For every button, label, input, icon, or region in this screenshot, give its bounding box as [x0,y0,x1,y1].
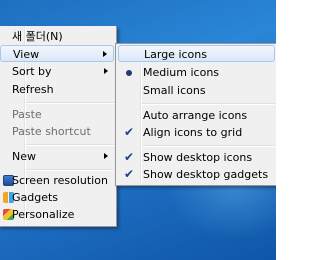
view-submenu: Large icons Medium icons Small icons Aut… [115,43,276,186]
submenu-item-small-icons[interactable]: Small icons [118,82,275,99]
menu-item-label: Screen resolution [12,174,108,187]
submenu-arrow-icon [104,153,108,159]
menu-separator [142,103,275,105]
desktop-context-menu: 새 폴더(N) View Sort by Refresh Paste Paste… [0,26,117,227]
submenu-item-show-desktop-gadgets[interactable]: ✔ Show desktop gadgets [118,166,275,183]
menu-item-screen-resolution[interactable]: Screen resolution [0,172,114,189]
menu-item-new[interactable]: New [0,148,114,165]
menu-item-paste: Paste [0,106,114,123]
submenu-arrow-icon [103,51,107,57]
desktop-background[interactable]: 새 폴더(N) View Sort by Refresh Paste Paste… [0,0,276,260]
menu-separator [26,102,114,104]
submenu-arrow-icon [104,68,108,74]
menu-item-paste-shortcut: Paste shortcut [0,123,114,140]
submenu-item-medium-icons[interactable]: Medium icons [118,64,275,81]
menu-item-gadgets[interactable]: Gadgets [0,189,114,206]
menu-item-label: Show desktop gadgets [143,168,269,181]
menu-item-label: Refresh [12,83,54,96]
menu-item-label: Paste shortcut [12,125,91,138]
menu-item-label: Auto arrange icons [143,109,248,122]
checkmark-icon: ✔ [124,150,135,164]
submenu-item-show-desktop-icons[interactable]: ✔ Show desktop icons [118,149,275,166]
menu-item-label: Large icons [144,48,207,61]
menu-separator [26,144,114,146]
menu-separator [142,145,275,147]
menu-item-personalize[interactable]: Personalize [0,206,114,223]
menu-item-label: 새 폴더(N) [12,30,63,43]
menu-item-label: Gadgets [12,191,59,204]
menu-item-label: Personalize [12,208,75,221]
menu-item-label: Medium icons [143,66,220,79]
menu-item-refresh[interactable]: Refresh [0,81,114,98]
menu-item-label: Paste [12,108,42,121]
submenu-item-large-icons[interactable]: Large icons [118,45,275,62]
menu-item-new-folder[interactable]: 새 폴더(N) [0,28,114,45]
menu-item-label: Small icons [143,84,206,97]
menu-item-view[interactable]: View [0,45,114,62]
radio-bullet-icon [126,70,132,76]
menu-item-label: Show desktop icons [143,151,253,164]
menu-item-sort-by[interactable]: Sort by [0,63,114,80]
menu-item-label: View [13,48,40,61]
submenu-item-align-to-grid[interactable]: ✔ Align icons to grid [118,124,275,141]
menu-item-label: New [12,150,36,163]
checkmark-icon: ✔ [124,167,135,181]
menu-separator [26,169,114,171]
checkmark-icon: ✔ [124,125,135,139]
menu-item-label: Align icons to grid [143,126,243,139]
submenu-item-auto-arrange[interactable]: Auto arrange icons [118,107,275,124]
menu-item-label: Sort by [12,65,52,78]
